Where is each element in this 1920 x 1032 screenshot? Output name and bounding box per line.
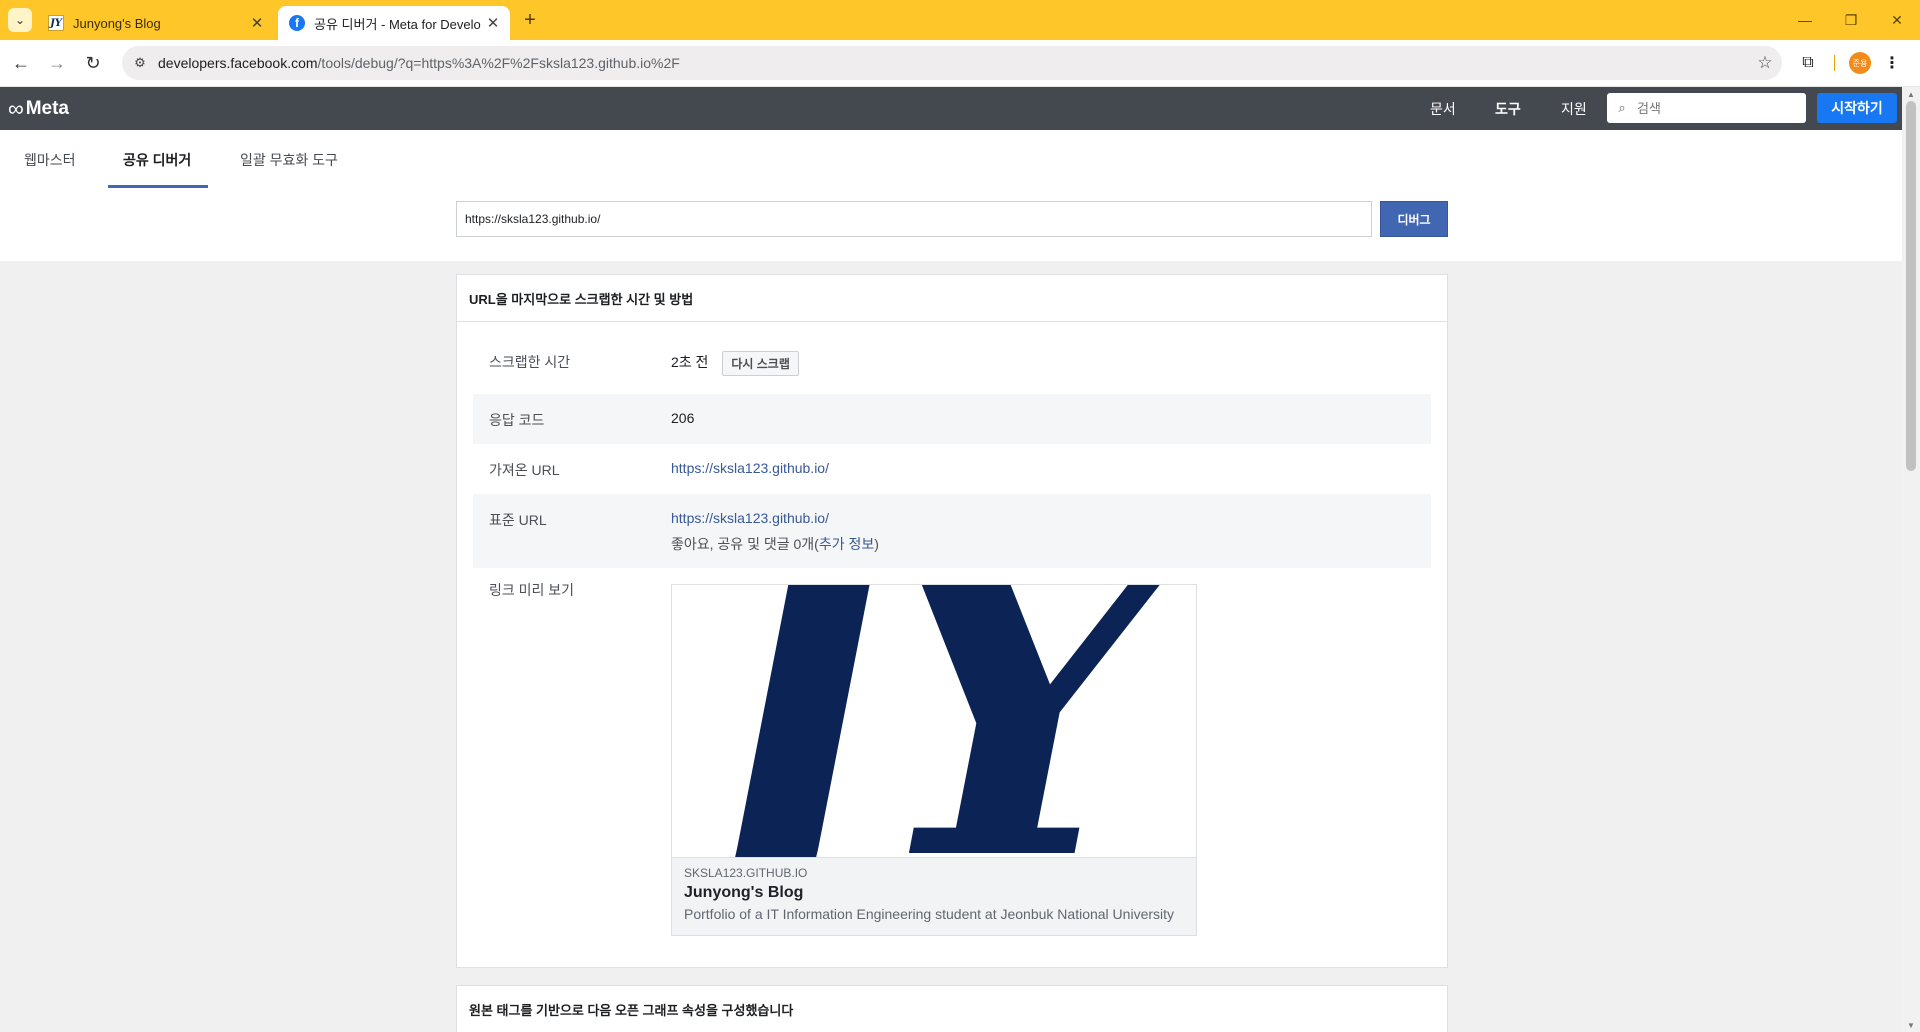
meta-header: ∞ Meta 문서 도구 지원 ⌕ 시작하기 (0, 87, 1902, 130)
extensions-puzzle-icon[interactable]: ⧉ (1794, 49, 1822, 77)
row-value: 2초 전 다시 스크랩 (671, 351, 799, 376)
more-info-link[interactable]: 추가 정보 (819, 536, 874, 552)
scrape-again-button[interactable]: 다시 스크랩 (722, 351, 799, 376)
debug-url-input[interactable] (456, 201, 1372, 237)
preview-domain: SKSLA123.GITHUB.IO (684, 866, 808, 880)
preview-title: Junyong's Blog (684, 884, 804, 901)
nav-tools[interactable]: 도구 (1495, 87, 1521, 130)
preview-meta: SKSLA123.GITHUB.IO Junyong's Blog Portfo… (672, 857, 1196, 935)
address-url: developers.facebook.com/tools/debug/?q=h… (158, 55, 1748, 71)
search-input[interactable] (1637, 100, 1797, 116)
close-icon[interactable]: ✕ (246, 12, 268, 34)
tab-sharing-debugger[interactable]: 공유 디버거 (123, 130, 191, 189)
page-scrollbar[interactable]: ▲ ▼ (1902, 87, 1920, 1032)
row-label: 응답 코드 (489, 412, 545, 428)
meta-logo[interactable]: ∞ Meta (8, 87, 69, 130)
reload-icon[interactable]: ↻ (78, 48, 108, 78)
tab-batch-invalidator[interactable]: 일괄 무효화 도구 (240, 130, 338, 189)
preview-description: Portfolio of a IT Information Engineerin… (684, 906, 1175, 922)
header-search[interactable]: ⌕ (1607, 93, 1806, 123)
engagement-prefix: 좋아요, 공유 및 댓글 0개( (671, 536, 819, 552)
minimize-icon[interactable]: — (1782, 0, 1828, 40)
tab-search-button[interactable]: ⌄ (8, 8, 32, 32)
card-title: 원본 태그를 기반으로 다음 오픈 그래프 속성을 구성했습니다 (469, 1003, 794, 1018)
row-time-scraped: 스크랩한 시간 2초 전 다시 스크랩 (473, 338, 1431, 382)
preview-image: JY (672, 585, 1196, 857)
url-host: developers.facebook.com (158, 55, 318, 71)
time-scraped-value: 2초 전 (671, 354, 709, 371)
debugger-top-panel: 웹마스터 공유 디버거 일괄 무효화 도구 디버그 (0, 130, 1902, 261)
tab-title: Junyong's Blog (73, 15, 161, 31)
url-path: /tools/debug/?q=https%3A%2F%2Fsksla123.g… (317, 55, 680, 71)
browser-tab-share-debugger[interactable]: f 공유 디버거 - Meta for Develo ✕ (278, 6, 510, 40)
toolbar-divider (1832, 49, 1836, 77)
close-icon[interactable]: ✕ (482, 12, 504, 34)
fetched-url-link[interactable]: https://sksla123.github.io/ (671, 460, 829, 476)
debug-button[interactable]: 디버그 (1380, 201, 1448, 237)
open-graph-card: 원본 태그를 기반으로 다음 오픈 그래프 속성을 구성했습니다 (456, 985, 1448, 1032)
search-icon: ⌕ (1618, 100, 1626, 115)
bookmark-star-icon[interactable]: ☆ (1748, 53, 1782, 73)
canonical-url-link[interactable]: https://sksla123.github.io/ (671, 510, 829, 526)
profile-button[interactable]: 준용 (1846, 49, 1874, 77)
nav-docs[interactable]: 문서 (1430, 87, 1456, 130)
close-window-icon[interactable]: ✕ (1874, 0, 1920, 40)
get-started-button[interactable]: 시작하기 (1817, 93, 1897, 123)
row-response-code: 응답 코드 206 (473, 394, 1431, 444)
row-canonical-url: 표준 URL https://sksla123.github.io/ 좋아요, … (473, 494, 1431, 568)
restore-icon[interactable]: ❐ (1828, 0, 1874, 40)
engagement-suffix: ) (874, 536, 879, 552)
kebab-menu-icon[interactable]: ⋮ (1882, 49, 1902, 77)
browser-tab-blog[interactable]: JY Junyong's Blog ✕ (37, 6, 274, 40)
jy-logo-text: JY (672, 585, 1196, 857)
back-arrow-icon[interactable]: ← (6, 48, 36, 78)
row-fetched-url: 가져온 URL https://sksla123.github.io/ (473, 444, 1431, 494)
engagement-stats: 좋아요, 공유 및 댓글 0개(추가 정보) (671, 534, 879, 554)
browser-toolbar: ← → ↻ ⚙ developers.facebook.com/tools/de… (0, 40, 1920, 87)
link-preview-card[interactable]: JY SKSLA123.GITHUB.IO Junyong's Blog Por… (671, 584, 1197, 936)
scroll-thumb[interactable] (1906, 101, 1916, 471)
row-label: 표준 URL (489, 512, 547, 528)
new-tab-button[interactable]: + (518, 8, 542, 32)
row-label: 가져온 URL (489, 462, 560, 478)
chevron-down-icon: ⌄ (14, 13, 26, 27)
facebook-favicon-icon: f (289, 15, 305, 31)
scroll-up-icon[interactable]: ▲ (1902, 87, 1920, 101)
forward-arrow-icon[interactable]: → (42, 48, 72, 78)
row-label: 링크 미리 보기 (489, 582, 575, 598)
scrape-info-card: URL을 마지막으로 스크랩한 시간 및 방법 스크랩한 시간 2초 전 다시 … (456, 274, 1448, 968)
scroll-down-icon[interactable]: ▼ (1902, 1018, 1920, 1032)
site-settings-icon[interactable]: ⚙ (122, 55, 158, 71)
card-title: URL을 마지막으로 스크랩한 시간 및 방법 (457, 275, 1447, 322)
response-code-value: 206 (671, 410, 695, 426)
nav-support[interactable]: 지원 (1561, 87, 1587, 130)
meta-logo-text: Meta (25, 97, 69, 119)
address-bar[interactable]: ⚙ developers.facebook.com/tools/debug/?q… (122, 46, 1782, 80)
meta-infinity-icon: ∞ (8, 95, 24, 121)
jy-logo-image: JY (672, 585, 1196, 857)
blog-favicon-icon: JY (48, 15, 64, 31)
tab-title: 공유 디버거 - Meta for Develo (314, 16, 481, 32)
active-tab-indicator (108, 185, 208, 188)
avatar: 준용 (1849, 52, 1871, 74)
browser-tabbar: ⌄ JY Junyong's Blog ✕ f 공유 디버거 - Meta fo… (0, 0, 1920, 40)
row-label: 스크랩한 시간 (489, 354, 571, 370)
tab-webmaster[interactable]: 웹마스터 (24, 130, 76, 189)
